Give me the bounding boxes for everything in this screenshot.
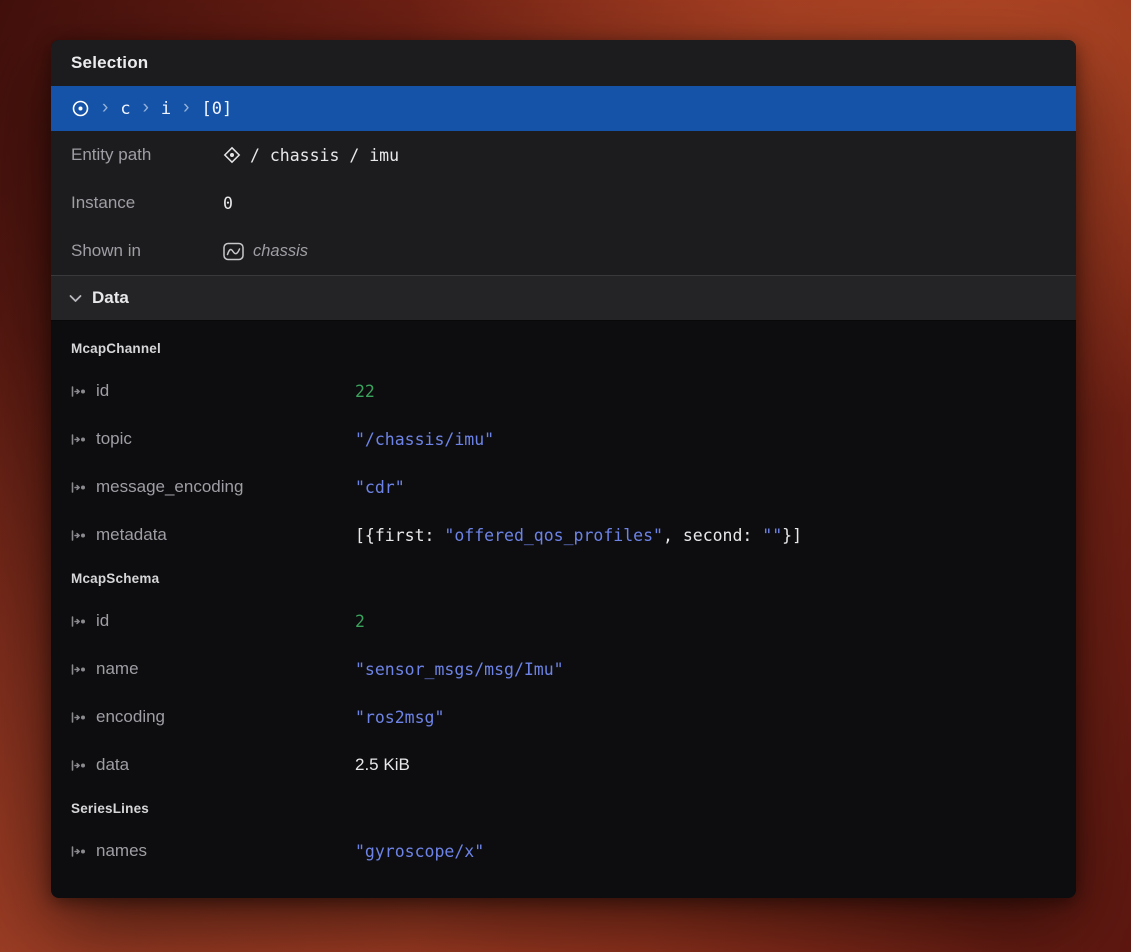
breadcrumb: › c › i › [0] [51, 86, 1076, 131]
group-title-serieslines: SeriesLines [51, 789, 1076, 827]
row-label: id [96, 611, 109, 631]
row-value: 2.5 KiB [355, 755, 410, 775]
selection-properties: Entity path / chassis / imu Instance 0 S… [51, 131, 1076, 275]
row-value: "/chassis/imu" [355, 430, 494, 449]
shown-in-view-link[interactable]: chassis [223, 242, 308, 261]
entity-path-text: / chassis / imu [250, 146, 399, 165]
breadcrumb-item-container[interactable]: c [120, 99, 130, 119]
instance-value: 0 [223, 194, 233, 213]
component-icon [71, 482, 86, 493]
entity-path-value[interactable]: / chassis / imu [223, 146, 399, 165]
breadcrumb-item-instance[interactable]: [0] [201, 99, 232, 119]
data-row: data 2.5 KiB [51, 741, 1076, 789]
component-icon [71, 664, 86, 675]
row-value: 2 [355, 612, 365, 631]
row-value: 22 [355, 382, 375, 401]
data-row: topic "/chassis/imu" [51, 415, 1076, 463]
data-row: message_encoding "cdr" [51, 463, 1076, 511]
metadata-part: [{first: [355, 526, 444, 545]
component-icon [71, 386, 86, 397]
chevron-right-icon: › [183, 98, 189, 117]
chevron-right-icon: › [102, 98, 108, 117]
data-section-header[interactable]: Data [51, 275, 1076, 321]
row-value: "cdr" [355, 478, 405, 497]
entity-icon [223, 146, 241, 164]
data-row: metadata [{first: "offered_qos_profiles"… [51, 511, 1076, 559]
entity-path-label: Entity path [71, 145, 223, 165]
shown-in-view-name: chassis [253, 242, 308, 261]
row-label: metadata [96, 525, 167, 545]
component-icon [71, 760, 86, 771]
row-label: data [96, 755, 129, 775]
data-section-title: Data [92, 288, 129, 308]
panel-titlebar: Selection [51, 40, 1076, 86]
row-value: "gyroscope/x" [355, 842, 484, 861]
data-row: id 2 [51, 597, 1076, 645]
component-icon [71, 616, 86, 627]
group-title-mcapchannel: McapChannel [51, 329, 1076, 367]
data-row: name "sensor_msgs/msg/Imu" [51, 645, 1076, 693]
component-icon [71, 846, 86, 857]
row-label: id [96, 381, 109, 401]
panel-title: Selection [71, 53, 148, 73]
data-row: id 22 [51, 367, 1076, 415]
selection-panel: Selection › c › i › [0] Entity path [51, 40, 1076, 898]
instance-label: Instance [71, 193, 223, 213]
data-row: encoding "ros2msg" [51, 693, 1076, 741]
metadata-part: , second: [663, 526, 762, 545]
row-label: message_encoding [96, 477, 243, 497]
breadcrumb-item-entity[interactable]: i [161, 99, 171, 119]
row-value: "sensor_msgs/msg/Imu" [355, 660, 564, 679]
group-title-mcapschema: McapSchema [51, 559, 1076, 597]
entity-path-row: Entity path / chassis / imu [51, 131, 1076, 179]
component-icon [71, 434, 86, 445]
row-label: names [96, 841, 147, 861]
recording-icon[interactable] [71, 99, 90, 118]
instance-row: Instance 0 [51, 179, 1076, 227]
metadata-part-string: "" [762, 526, 782, 545]
chevron-down-icon [69, 294, 82, 303]
row-value: "ros2msg" [355, 708, 444, 727]
shown-in-label: Shown in [71, 241, 223, 261]
data-row: names "gyroscope/x" [51, 827, 1076, 875]
shown-in-row: Shown in chassis [51, 227, 1076, 275]
component-icon [71, 712, 86, 723]
row-label: name [96, 659, 139, 679]
row-value: [{first: "offered_qos_profiles", second:… [355, 526, 802, 545]
chevron-right-icon: › [143, 98, 149, 117]
timeseries-view-icon [223, 242, 244, 261]
row-label: encoding [96, 707, 165, 727]
row-label: topic [96, 429, 132, 449]
metadata-part: }] [782, 526, 802, 545]
component-icon [71, 530, 86, 541]
metadata-part-string: "offered_qos_profiles" [444, 526, 663, 545]
data-section-body: McapChannel id 22 [51, 321, 1076, 875]
